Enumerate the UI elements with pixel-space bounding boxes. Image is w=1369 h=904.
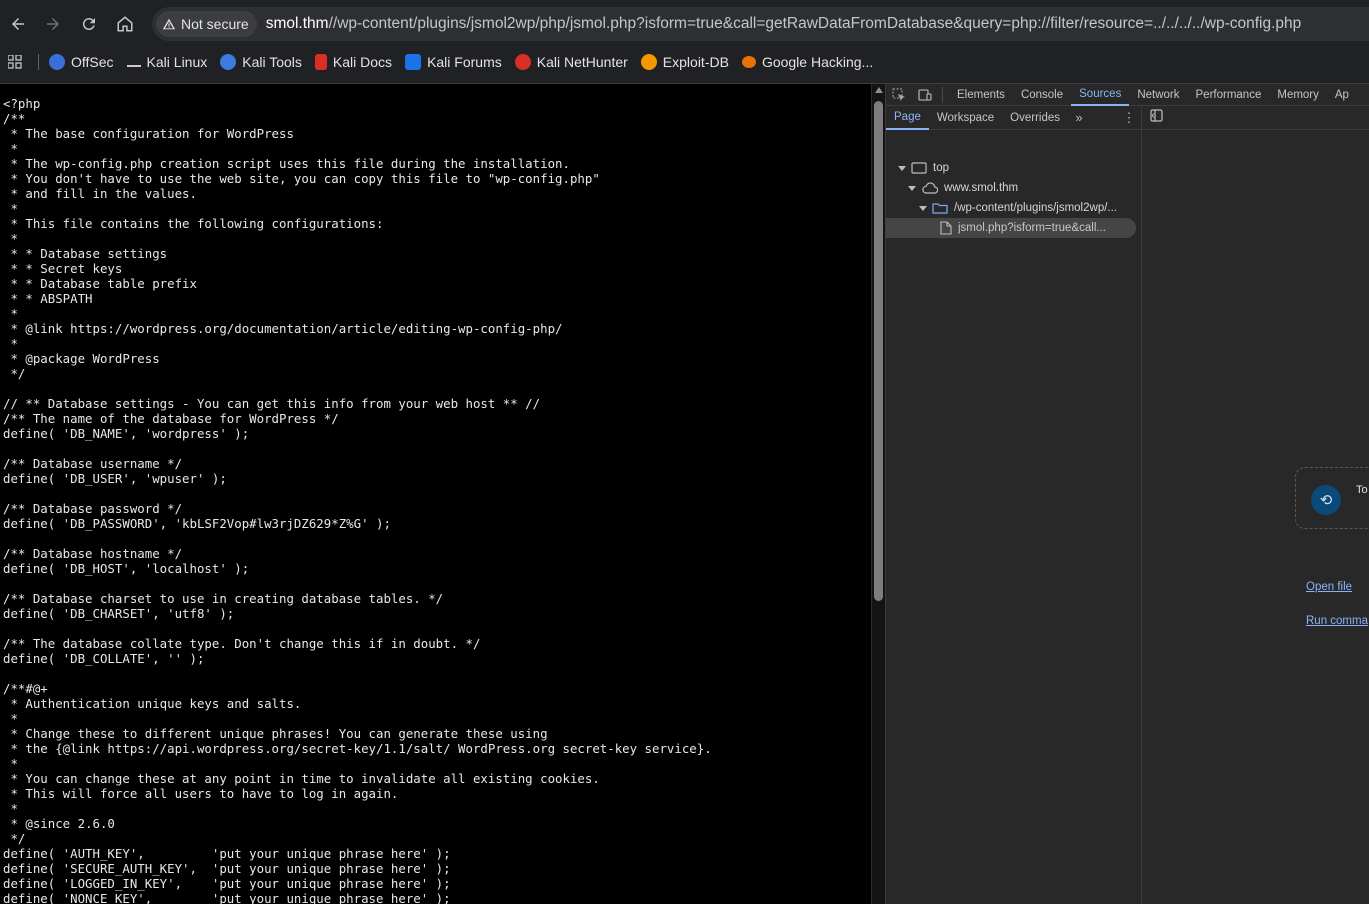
arrow-left-icon	[12, 18, 24, 30]
more-tabs-chevron-icon[interactable]: »	[1068, 110, 1090, 125]
bookmark-offsec[interactable]: OffSec	[49, 54, 114, 70]
tree-node-top[interactable]: top	[886, 158, 1142, 178]
tree-node-label: top	[933, 162, 949, 174]
home-icon	[117, 16, 133, 32]
file-icon	[940, 221, 952, 235]
tab-performance[interactable]: Performance	[1188, 84, 1270, 106]
bookmark-label: Kali NetHunter	[536, 54, 628, 70]
bookmark-kali-forums[interactable]: Kali Forums	[405, 54, 502, 70]
bookmark-label: Kali Forums	[427, 54, 502, 70]
sources-editor-placeholder: ⟲ To Open file Run comma	[1142, 106, 1369, 904]
expand-caret-icon[interactable]	[919, 205, 927, 211]
navigator-tab-bar: Page Workspace Overrides » ⋮	[886, 106, 1141, 130]
bookmark-label: OffSec	[71, 54, 114, 70]
apps-grid-icon[interactable]	[0, 55, 30, 69]
scrollbar-thumb[interactable]	[874, 101, 883, 601]
quick-source-card[interactable]: ⟲ To	[1295, 467, 1369, 529]
nethunter-icon	[514, 54, 531, 70]
url-host: smol.thm	[265, 15, 329, 32]
offsec-icon	[49, 54, 65, 70]
bookmark-kali-nethunter[interactable]: Kali NetHunter	[514, 54, 628, 70]
kali-dragon-icon	[126, 57, 141, 67]
bookmark-google-hacking[interactable]: Google Hacking...	[741, 54, 874, 70]
inspect-element-button[interactable]	[886, 84, 912, 106]
bookmark-exploit-db[interactable]: Exploit-DB	[640, 54, 729, 70]
devtools-panel: Elements Console Sources Network Perform…	[885, 84, 1369, 904]
bookmark-kali-linux[interactable]: Kali Linux	[126, 54, 208, 70]
folder-icon	[932, 202, 948, 214]
bookmark-kali-tools[interactable]: Kali Tools	[220, 54, 302, 70]
bookmark-label: Google Hacking...	[761, 54, 874, 70]
kali-docs-icon	[314, 54, 327, 70]
sync-icon: ⟲	[1311, 485, 1341, 515]
tab-application[interactable]: Ap	[1327, 84, 1357, 106]
tab-sources[interactable]: Sources	[1071, 84, 1130, 106]
tree-node-label: /wp-content/plugins/jsmol2wp/...	[954, 202, 1117, 214]
devtools-tab-bar: Elements Console Sources Network Perform…	[886, 84, 1369, 106]
inspect-cursor-icon	[892, 88, 905, 101]
tab-memory[interactable]: Memory	[1269, 84, 1327, 106]
toggle-navigator-icon[interactable]	[1150, 108, 1163, 127]
file-tree: top www.smol.thm /wp-content/plugins/jsm…	[886, 158, 1142, 238]
back-button[interactable]	[0, 6, 36, 42]
device-mode-icon	[918, 88, 932, 101]
page-scrollbar[interactable]	[871, 84, 885, 904]
browser-toolbar: Not secure smol.thm//wp-content/plugins/…	[0, 0, 1369, 48]
frame-icon	[911, 162, 927, 174]
tree-node-label: www.smol.thm	[944, 182, 1019, 194]
warning-triangle-icon	[162, 18, 176, 30]
expand-caret-icon[interactable]	[898, 165, 906, 171]
bookmarks-separator	[38, 54, 39, 70]
bookmark-label: Kali Tools	[242, 54, 302, 70]
tree-node-file[interactable]: jsmol.php?isform=true&call...	[886, 218, 1136, 238]
subtab-overrides[interactable]: Overrides	[1002, 106, 1068, 130]
security-label: Not secure	[181, 16, 249, 32]
editor-toolbar	[1142, 106, 1369, 130]
device-toolbar-button[interactable]	[912, 84, 938, 106]
home-button[interactable]	[107, 6, 143, 42]
security-indicator[interactable]: Not secure	[156, 11, 257, 37]
page-content: <?php /** * The base configuration for W…	[0, 84, 871, 904]
tab-console[interactable]: Console	[1013, 84, 1071, 106]
tab-elements[interactable]: Elements	[949, 84, 1013, 106]
wp-config-source-text: <?php /** * The base configuration for W…	[3, 96, 712, 904]
reload-icon	[82, 18, 95, 31]
tree-node-label: jsmol.php?isform=true&call...	[958, 222, 1106, 234]
reload-button[interactable]	[71, 6, 107, 42]
url-path: //wp-content/plugins/jsmol2wp/php/jsmol.…	[328, 15, 1302, 32]
address-bar[interactable]: Not secure smol.thm//wp-content/plugins/…	[152, 7, 1369, 41]
url-text[interactable]: smol.thm//wp-content/plugins/jsmol2wp/ph…	[266, 15, 1302, 33]
tab-network[interactable]: Network	[1129, 84, 1187, 106]
kali-forums-icon	[405, 54, 422, 70]
bookmark-kali-docs[interactable]: Kali Docs	[314, 54, 393, 70]
forward-button[interactable]	[35, 6, 71, 42]
subtab-workspace[interactable]: Workspace	[929, 106, 1002, 130]
navigator-menu-icon[interactable]: ⋮	[1121, 110, 1137, 126]
bookmark-label: Kali Linux	[146, 54, 208, 70]
devtools-tab-separator	[942, 86, 943, 103]
open-file-link[interactable]: Open file	[1306, 581, 1352, 593]
cloud-icon	[921, 182, 938, 194]
bookmark-label: Exploit-DB	[662, 54, 729, 70]
arrow-right-icon	[47, 18, 59, 30]
kali-tools-icon	[220, 54, 237, 70]
google-hacking-icon	[741, 56, 756, 68]
quick-card-text: To	[1356, 484, 1368, 496]
subtab-page[interactable]: Page	[886, 106, 929, 130]
run-command-link[interactable]: Run comma	[1306, 615, 1368, 627]
tree-node-domain[interactable]: www.smol.thm	[886, 178, 1142, 198]
tree-node-folder[interactable]: /wp-content/plugins/jsmol2wp/...	[886, 198, 1142, 218]
expand-caret-icon[interactable]	[908, 185, 916, 191]
exploit-db-spider-icon	[640, 54, 657, 70]
bookmark-label: Kali Docs	[332, 54, 393, 70]
bookmarks-bar: OffSec Kali Linux Kali Tools Kali Docs K…	[0, 48, 1369, 76]
sources-navigator: Page Workspace Overrides » ⋮ top www.smo…	[886, 106, 1142, 904]
scroll-up-arrow-icon[interactable]	[875, 87, 883, 93]
